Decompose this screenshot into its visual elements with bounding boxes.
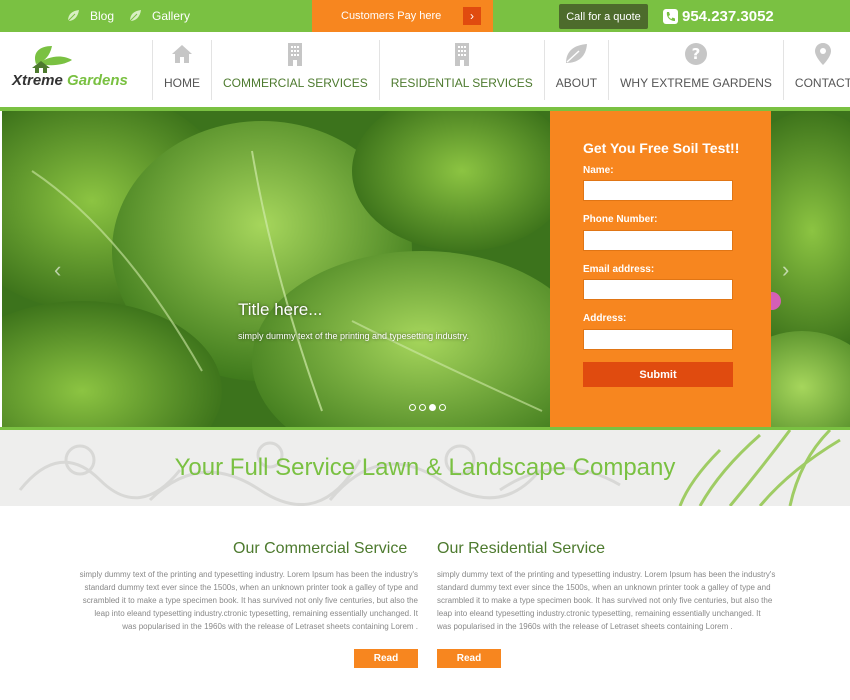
email-field[interactable] (583, 279, 733, 300)
commercial-service-text: simply dummy text of the printing and ty… (79, 570, 418, 631)
name-field[interactable] (583, 180, 733, 201)
building-icon (454, 43, 469, 66)
slider-dot[interactable] (409, 404, 416, 411)
nav-item-about[interactable]: ABOUT (543, 40, 608, 100)
slider-dot-active[interactable] (429, 404, 436, 411)
nav-item-contact[interactable]: CONTACT (782, 40, 850, 100)
residential-service-title: Our Residential Service (437, 540, 606, 557)
nav-contact-label: CONTACT (794, 76, 850, 90)
building-icon (288, 43, 303, 66)
nav-item-commercial-services[interactable]: COMMERCIAL SERVICES (211, 40, 379, 100)
residential-read-button[interactable]: Read (437, 649, 501, 668)
svg-text:?: ? (692, 45, 701, 63)
phone-number[interactable]: 954.237.3052 (663, 0, 774, 32)
commercial-service-title: Our Commercial Service (233, 540, 408, 557)
slider-dots (409, 404, 446, 411)
tagline-heading: Your Full Service Lawn & Landscape Compa… (174, 454, 676, 481)
nav-item-why-extreme-gardens[interactable]: ? WHY EXTREME GARDENS (608, 40, 783, 100)
phone-icon (663, 8, 678, 24)
leaf-icon (129, 10, 141, 22)
call-for-quote-button[interactable]: Call for a quote (559, 4, 648, 29)
logo-text[interactable]: Xtreme Gardens (12, 72, 128, 89)
nav-home-label: HOME (164, 76, 200, 90)
submit-button[interactable]: Submit (583, 362, 733, 387)
nav-why-label: WHY EXTREME GARDENS (620, 76, 772, 90)
email-label: Email address: (583, 264, 655, 275)
gallery-link[interactable]: Gallery (128, 0, 190, 32)
address-field[interactable] (583, 329, 733, 350)
nav-item-residential-services[interactable]: RESIDENTIAL SERVICES (378, 40, 544, 100)
blog-label: Blog (90, 9, 115, 23)
customers-pay-label: Customers Pay here (341, 10, 442, 22)
slider-prev-arrow[interactable]: ‹ (54, 257, 61, 283)
nav-commercial-label: COMMERCIAL SERVICES (223, 76, 368, 90)
slider-dot[interactable] (419, 404, 426, 411)
home-icon (172, 45, 192, 63)
slide-title: Title here... (238, 300, 323, 319)
phone-field[interactable] (583, 230, 733, 251)
nav-residential-label: RESIDENTIAL SERVICES (390, 76, 533, 90)
slider-dot[interactable] (439, 404, 446, 411)
slider-next-arrow[interactable]: › (782, 257, 789, 283)
form-title: Get You Free Soil Test!! (583, 140, 740, 156)
nav-about-label: ABOUT (555, 76, 598, 90)
slide-caption: simply dummy text of the printing and ty… (238, 331, 469, 341)
chevron-right-icon: › (463, 7, 481, 25)
phone-label-field: Phone Number: (583, 214, 658, 225)
leaf-icon (566, 44, 588, 63)
gallery-label: Gallery (152, 9, 191, 23)
location-pin-icon (815, 43, 832, 65)
address-label: Address: (583, 313, 627, 324)
logo-name-part1: Xtreme (12, 72, 63, 89)
nav-item-home[interactable]: HOME (152, 40, 211, 100)
phone-label: 954.237.3052 (682, 7, 774, 25)
logo-name-part2: Gardens (67, 72, 128, 89)
main-nav: HOME COMMERCIAL SERVICES RESIDENTIAL SER… (152, 40, 850, 100)
question-icon: ? (685, 43, 707, 65)
residential-service-text: simply dummy text of the printing and ty… (437, 570, 776, 631)
commercial-read-button[interactable]: Read (354, 649, 418, 668)
blog-link[interactable]: Blog (66, 0, 114, 32)
name-label: Name: (583, 165, 614, 176)
customers-pay-button[interactable]: Customers Pay here › (312, 0, 493, 32)
leaf-icon (67, 10, 79, 22)
